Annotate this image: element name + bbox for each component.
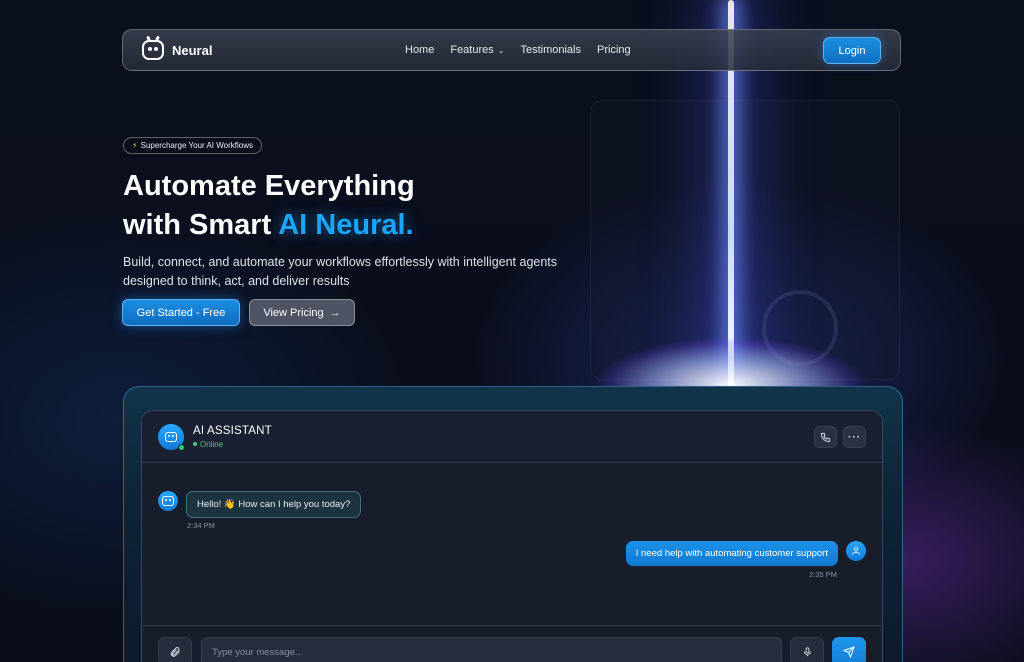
hero-subtitle: Build, connect, and automate your workfl… xyxy=(123,255,558,288)
arrow-right-icon: → xyxy=(329,306,341,319)
page: Neural Home Features ⌄ Testimonials Prici… xyxy=(0,0,1024,662)
phone-icon xyxy=(820,432,831,442)
lightning-icon: ⚡ xyxy=(132,141,138,150)
nav-link-features[interactable]: Features ⌄ xyxy=(450,44,504,56)
more-options-button[interactable]: ··· xyxy=(843,426,866,448)
robot-icon xyxy=(162,496,174,506)
hero-title: Automate Everything with Smart AI Neural… xyxy=(123,167,523,245)
navbar: Neural Home Features ⌄ Testimonials Prici… xyxy=(122,29,901,71)
assistant-info: AI ASSISTANT Online xyxy=(193,425,272,449)
nav-link-home[interactable]: Home xyxy=(405,44,434,56)
view-pricing-label: View Pricing xyxy=(263,306,324,319)
status-dot xyxy=(193,442,197,446)
message-composer xyxy=(142,625,882,662)
bot-message-avatar xyxy=(158,491,178,511)
microphone-icon xyxy=(803,647,811,657)
bot-message-bubble: Hello! 👋 How can I help you today? xyxy=(186,491,362,518)
send-icon xyxy=(843,646,855,658)
hero-badge: ⚡ Supercharge Your AI Workflows xyxy=(123,137,262,154)
send-button[interactable] xyxy=(832,637,866,662)
robot-logo-icon xyxy=(142,40,164,60)
assistant-avatar xyxy=(158,423,185,451)
call-button[interactable] xyxy=(814,426,837,448)
message-input[interactable] xyxy=(201,637,782,662)
bot-message: Hello! 👋 How can I help you today? xyxy=(158,491,362,518)
view-pricing-button[interactable]: View Pricing → xyxy=(249,299,355,326)
user-message: I need help with automating customer sup… xyxy=(625,541,866,566)
light-flare xyxy=(560,300,900,400)
robot-icon xyxy=(165,431,177,442)
login-button[interactable]: Login xyxy=(823,37,881,64)
hero-title-line2-prefix: with Smart xyxy=(123,209,272,241)
chat-window: AI ASSISTANT Online ··· Hello! 👋 How can… xyxy=(141,410,883,662)
get-started-button[interactable]: Get Started - Free xyxy=(122,299,240,326)
online-indicator xyxy=(178,443,185,451)
bot-message-time: 2:34 PM xyxy=(187,521,215,530)
user-message-time: 2:35 PM xyxy=(809,570,837,579)
more-icon: ··· xyxy=(848,431,861,443)
chat-header: AI ASSISTANT Online ··· xyxy=(142,411,882,463)
user-message-bubble: I need help with automating customer sup… xyxy=(625,541,838,566)
user-avatar xyxy=(846,541,866,561)
brand[interactable]: Neural xyxy=(142,40,212,60)
paperclip-icon xyxy=(170,647,180,657)
assistant-name: AI ASSISTANT xyxy=(193,424,272,437)
hero-title-accent: AI Neural. xyxy=(278,209,414,241)
status-text: Online xyxy=(200,439,224,449)
chevron-down-icon: ⌄ xyxy=(497,46,505,55)
brand-name: Neural xyxy=(172,42,213,58)
hero-title-line1: Automate Everything xyxy=(123,170,415,202)
nav-link-testimonials[interactable]: Testimonials xyxy=(520,44,581,56)
assistant-status: Online xyxy=(193,440,272,449)
nav-link-features-label: Features xyxy=(450,44,494,56)
nav-link-pricing[interactable]: Pricing xyxy=(597,44,631,56)
user-icon xyxy=(852,547,860,555)
nav-links: Home Features ⌄ Testimonials Pricing xyxy=(405,44,631,56)
microphone-button[interactable] xyxy=(790,637,824,662)
attach-button[interactable] xyxy=(158,637,192,662)
hero-badge-text: Supercharge Your AI Workflows xyxy=(140,141,253,150)
